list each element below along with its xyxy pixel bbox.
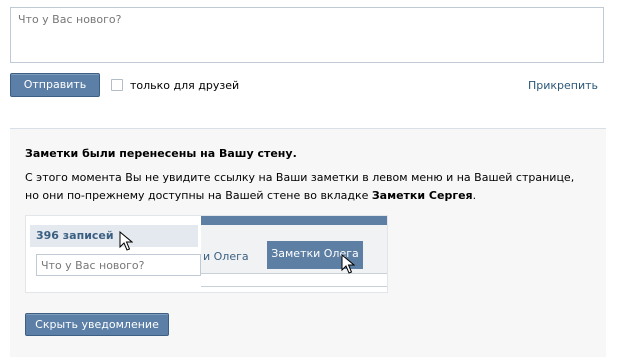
cursor-arrow-icon xyxy=(119,231,133,251)
illustration-header-bar xyxy=(198,216,387,225)
friends-only-checkbox[interactable] xyxy=(111,79,123,91)
notice-title: Заметки были перенесены на Вашу стену. xyxy=(25,147,297,160)
composer-placeholder: Что у Вас нового? xyxy=(18,13,122,26)
notice-text-tab-name: Заметки Сергея xyxy=(371,189,473,202)
notes-illustration: и Олега Заметки Олега 396 записей Что у … xyxy=(25,215,388,293)
illustration-input-placeholder: Что у Вас нового? xyxy=(41,259,145,272)
notice-text: С этого момента Вы не увидите ссылку на … xyxy=(25,169,580,205)
illustration-divider xyxy=(198,286,387,287)
send-button[interactable]: Отправить xyxy=(10,73,100,97)
hide-notice-button[interactable]: Скрыть уведомление xyxy=(25,313,169,336)
notice-text-end: . xyxy=(472,189,477,202)
attach-link[interactable]: Прикрепить xyxy=(528,79,598,92)
illustration-tab-partial: и Олега xyxy=(203,250,249,263)
illustration-records-count: 396 записей xyxy=(36,229,114,242)
friends-only-label[interactable]: только для друзей xyxy=(130,79,239,92)
cursor-arrow-icon xyxy=(341,254,355,274)
notes-moved-notice: Заметки были перенесены на Вашу стену. С… xyxy=(10,128,606,357)
post-composer-field[interactable]: Что у Вас нового? xyxy=(10,7,604,63)
illustration-input: Что у Вас нового? xyxy=(36,254,201,276)
notice-text-main: С этого момента Вы не увидите ссылку на … xyxy=(25,171,575,202)
